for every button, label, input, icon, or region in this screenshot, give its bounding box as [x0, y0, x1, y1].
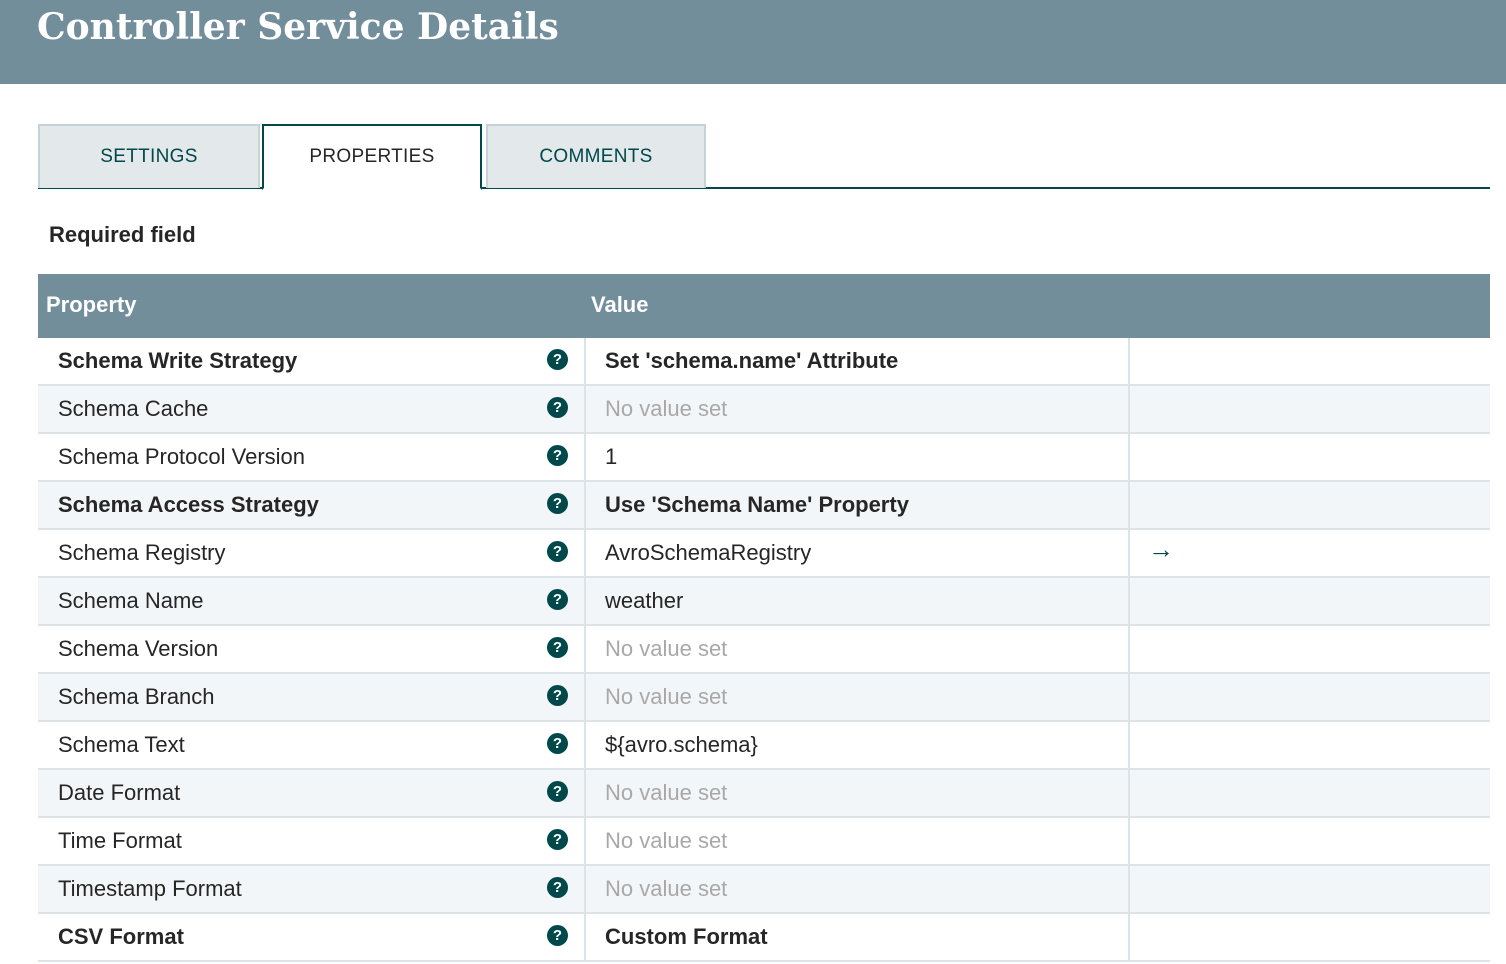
- property-name: Schema Version: [58, 636, 219, 661]
- property-name: Schema Protocol Version: [58, 444, 306, 469]
- table-row[interactable]: Time Format? No value set: [38, 818, 1490, 866]
- help-icon[interactable]: ?: [547, 733, 568, 754]
- grid-header: Property Value: [38, 274, 1490, 338]
- table-row[interactable]: Schema Version? No value set: [38, 626, 1490, 674]
- column-divider: [584, 338, 586, 384]
- table-row[interactable]: Schema Registry? AvroSchemaRegistry →: [38, 530, 1490, 578]
- help-icon[interactable]: ?: [547, 781, 568, 802]
- property-value[interactable]: Custom Format: [605, 924, 768, 950]
- table-row[interactable]: Schema Name? weather: [38, 578, 1490, 626]
- property-value[interactable]: No value set: [605, 876, 727, 902]
- table-row[interactable]: Schema Access Strategy? Use 'Schema Name'…: [38, 482, 1490, 530]
- column-divider: [1128, 626, 1130, 672]
- property-name: Schema Access Strategy: [58, 492, 319, 517]
- column-header-property[interactable]: Property: [46, 292, 136, 318]
- help-icon[interactable]: ?: [547, 829, 568, 850]
- column-divider: [584, 434, 586, 480]
- property-name: Schema Text: [58, 732, 185, 757]
- help-icon[interactable]: ?: [547, 493, 568, 514]
- column-header-value[interactable]: Value: [591, 292, 648, 318]
- column-divider: [1128, 674, 1130, 720]
- property-name: Schema Cache: [58, 396, 209, 421]
- column-divider: [584, 818, 586, 864]
- property-name: Time Format: [58, 828, 182, 853]
- help-icon[interactable]: ?: [547, 349, 568, 370]
- table-row[interactable]: Schema Protocol Version? 1: [38, 434, 1490, 482]
- column-divider: [1128, 914, 1130, 960]
- column-divider: [1128, 770, 1130, 816]
- help-icon[interactable]: ?: [547, 637, 568, 658]
- help-icon[interactable]: ?: [547, 877, 568, 898]
- table-row[interactable]: Date Format? No value set: [38, 770, 1490, 818]
- column-divider: [1128, 818, 1130, 864]
- column-divider: [1128, 530, 1130, 576]
- property-value[interactable]: No value set: [605, 636, 727, 662]
- property-name: Schema Registry: [58, 540, 226, 565]
- property-value[interactable]: ${avro.schema}: [605, 732, 758, 758]
- table-row[interactable]: Schema Write Strategy? Set 'schema.name' …: [38, 338, 1490, 386]
- help-icon[interactable]: ?: [547, 685, 568, 706]
- help-icon[interactable]: ?: [547, 397, 568, 418]
- tab-properties[interactable]: PROPERTIES: [262, 124, 482, 190]
- tab-comments[interactable]: COMMENTS: [486, 124, 706, 188]
- column-divider: [584, 866, 586, 912]
- dialog-header: Controller Service Details: [0, 0, 1506, 84]
- column-divider: [1128, 434, 1130, 480]
- table-row[interactable]: Schema Cache? No value set: [38, 386, 1490, 434]
- property-value[interactable]: No value set: [605, 780, 727, 806]
- property-value[interactable]: 1: [605, 444, 617, 470]
- column-divider: [584, 914, 586, 960]
- column-divider: [584, 770, 586, 816]
- help-icon[interactable]: ?: [547, 925, 568, 946]
- column-divider: [1128, 338, 1130, 384]
- grid-body: Schema Write Strategy? Set 'schema.name' …: [38, 338, 1490, 962]
- column-divider: [1128, 722, 1130, 768]
- column-divider: [1128, 386, 1130, 432]
- arrow-right-icon[interactable]: →: [1148, 534, 1174, 565]
- column-divider: [584, 386, 586, 432]
- property-name: Schema Branch: [58, 684, 215, 709]
- table-row[interactable]: Schema Text? ${avro.schema}: [38, 722, 1490, 770]
- dialog-title: Controller Service Details: [37, 6, 559, 48]
- help-icon[interactable]: ?: [547, 541, 568, 562]
- property-name: CSV Format: [58, 924, 184, 949]
- property-value[interactable]: Set 'schema.name' Attribute: [605, 348, 898, 374]
- table-row[interactable]: CSV Format? Custom Format: [38, 914, 1490, 962]
- column-divider: [584, 482, 586, 528]
- property-name: Schema Name: [58, 588, 204, 613]
- column-divider: [584, 626, 586, 672]
- column-divider: [584, 530, 586, 576]
- table-row[interactable]: Timestamp Format? No value set: [38, 866, 1490, 914]
- table-row[interactable]: Schema Branch? No value set: [38, 674, 1490, 722]
- property-name: Timestamp Format: [58, 876, 242, 901]
- help-icon[interactable]: ?: [547, 589, 568, 610]
- help-icon[interactable]: ?: [547, 445, 568, 466]
- property-value[interactable]: AvroSchemaRegistry: [605, 540, 811, 566]
- column-divider: [584, 674, 586, 720]
- column-divider: [584, 722, 586, 768]
- tab-settings[interactable]: SETTINGS: [38, 124, 260, 188]
- property-value[interactable]: weather: [605, 588, 683, 614]
- property-value[interactable]: No value set: [605, 396, 727, 422]
- properties-grid: Property Value Schema Write Strategy? Set…: [38, 274, 1490, 962]
- column-divider: [1128, 482, 1130, 528]
- column-divider: [1128, 578, 1130, 624]
- property-name: Date Format: [58, 780, 181, 805]
- property-value[interactable]: No value set: [605, 828, 727, 854]
- required-field-label: Required field: [49, 222, 196, 247]
- column-divider: [584, 578, 586, 624]
- property-value[interactable]: No value set: [605, 684, 727, 710]
- property-value[interactable]: Use 'Schema Name' Property: [605, 492, 909, 518]
- property-name: Schema Write Strategy: [58, 348, 298, 373]
- column-divider: [1128, 866, 1130, 912]
